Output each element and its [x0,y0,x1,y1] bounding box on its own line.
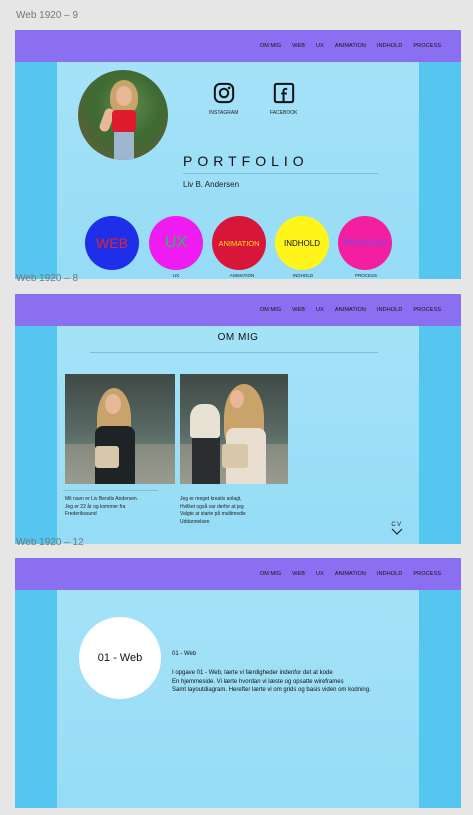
top-navbar: OM MIG WEB UX ANIMATION INDHOLD PROCESS [15,558,461,590]
nav-web[interactable]: WEB [292,307,305,313]
top-navbar: OM MIG WEB UX ANIMATION INDHOLD PROCESS [15,30,461,62]
nav-web[interactable]: WEB [292,43,305,49]
artboard-web-project: OM MIG WEB UX ANIMATION INDHOLD PROCESS … [15,558,461,808]
bio-divider [63,490,158,491]
side-band-left [15,558,57,808]
project-description: I opgave 01 - Web, lærte vi færdigheder … [172,670,371,693]
cv-link[interactable]: CV [391,522,403,535]
caption-indhold: INDHOLD [292,273,314,278]
caption-ux: UX [172,273,180,278]
artboard-label: Web 1920 – 9 [16,10,79,21]
facebook-label: FACEBOOK [270,110,298,116]
project-heading: 01 - Web [172,651,197,657]
nav-web[interactable]: WEB [292,571,305,577]
circle-button-web[interactable]: WEB [85,216,139,270]
facebook-link[interactable]: FACEBOOK [270,82,298,116]
instagram-link[interactable]: INSTAGRAM [209,82,238,116]
nav-om-mig[interactable]: OM MIG [260,571,281,577]
nav-process[interactable]: PROCESS [413,43,441,49]
nav-indhold[interactable]: INDHOLD [377,307,402,313]
artboard-label: Web 1920 – 12 [16,537,84,548]
circle-button-process[interactable]: PROCESS [338,216,392,270]
project-circle-label: 01 - Web [97,652,143,664]
page-title: PORTFOLIO [183,153,309,169]
museum-photo-1 [65,374,175,484]
nav-animation[interactable]: ANIMATION [335,43,366,49]
nav-process[interactable]: PROCESS [413,571,441,577]
top-navbar: OM MIG WEB UX ANIMATION INDHOLD PROCESS [15,294,461,326]
section-divider [90,352,378,353]
caption-animation: ANIMATION [229,273,255,278]
artboard-portfolio-home: OM MIG WEB UX ANIMATION INDHOLD PROCESS … [15,30,461,279]
nav-indhold[interactable]: INDHOLD [377,43,402,49]
title-divider [183,173,378,174]
nav-ux[interactable]: UX [316,571,324,577]
caption-process: PROCESS [354,273,377,278]
facebook-icon [273,82,295,104]
instagram-label: INSTAGRAM [209,110,239,116]
author-name: Liv B. Andersen [183,180,240,189]
artboard-om-mig: OM MIG WEB UX ANIMATION INDHOLD PROCESS … [15,294,461,544]
side-band-right [419,30,461,279]
artboard-label: Web 1920 – 8 [16,273,79,284]
bio-text-right: Jeg er meget kreativ anlagt, Hvilket ogs… [180,496,246,525]
circle-button-animation[interactable]: ANIMATION [212,216,266,270]
museum-photo-2 [180,374,288,484]
side-band-left [15,30,57,279]
instagram-icon [213,82,235,104]
nav-om-mig[interactable]: OM MIG [260,43,281,49]
nav-ux[interactable]: UX [316,43,324,49]
nav-animation[interactable]: ANIMATION [335,307,366,313]
bio-text-left: Mit navn er Liv Bendix Andersen. Jeg er … [65,496,139,517]
circle-button-ux[interactable]: UX [149,216,203,270]
nav-indhold[interactable]: INDHOLD [377,571,402,577]
nav-process[interactable]: PROCESS [413,307,441,313]
nav-animation[interactable]: ANIMATION [335,571,366,577]
nav-om-mig[interactable]: OM MIG [260,307,281,313]
circle-button-indhold[interactable]: INDHOLD [275,216,329,270]
section-title: OM MIG [217,332,259,343]
profile-photo [78,70,168,160]
project-circle: 01 - Web [79,617,161,699]
nav-ux[interactable]: UX [316,307,324,313]
chevron-down-icon [391,528,403,535]
